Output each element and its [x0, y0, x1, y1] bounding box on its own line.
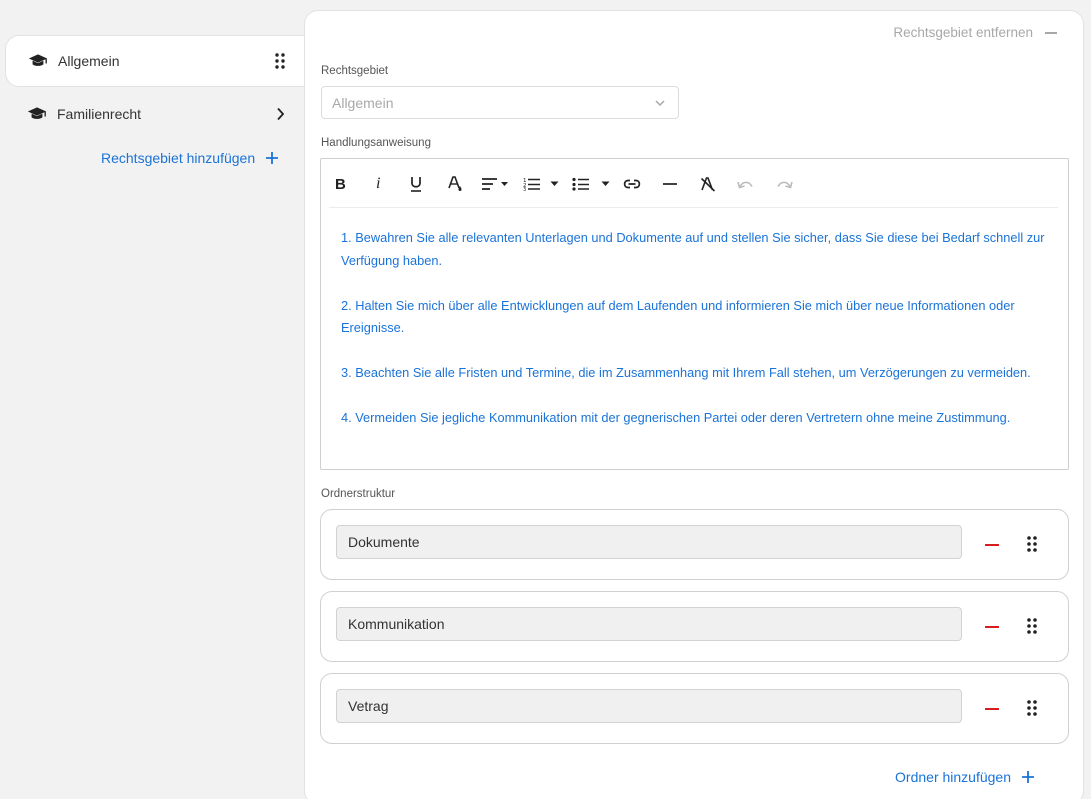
- bold-button[interactable]: B: [335, 173, 346, 195]
- minus-icon: [985, 708, 999, 710]
- minus-icon: [985, 544, 999, 546]
- editor-toolbar: B i 123: [329, 159, 1058, 208]
- folder-row: Vetrag: [320, 673, 1069, 744]
- add-folder-label: Ordner hinzufügen: [895, 769, 1011, 785]
- rechtsgebiet-label: Rechtsgebiet: [321, 65, 389, 77]
- underline-button[interactable]: [409, 173, 423, 195]
- rechtsgebiet-value: Allgemein: [332, 94, 394, 111]
- rich-text-editor[interactable]: B i 123 1. Bewahren Sie alle relevanten …: [320, 158, 1069, 470]
- minus-icon: [1045, 31, 1057, 34]
- instruction-paragraph: 1. Bewahren Sie alle relevanten Unterlag…: [341, 230, 1045, 268]
- chevron-right-icon: [273, 107, 287, 121]
- folder-row: Kommunikation: [320, 591, 1069, 662]
- graduation-cap-icon: [27, 107, 47, 119]
- minus-icon: [985, 626, 999, 628]
- bullet-list-dropdown-icon[interactable]: [601, 173, 610, 195]
- redo-button[interactable]: [775, 173, 793, 195]
- add-rechtsgebiet-label: Rechtsgebiet hinzufügen: [101, 150, 256, 166]
- link-button[interactable]: [623, 173, 641, 195]
- instruction-paragraph: 4. Vermeiden Sie jegliche Kommunikation …: [341, 410, 1011, 425]
- ordered-list-button[interactable]: 123: [523, 173, 541, 195]
- handlungsanweisung-label: Handlungsanweisung: [321, 137, 431, 149]
- drag-handle-icon[interactable]: [273, 53, 287, 69]
- chevron-down-icon: [655, 100, 665, 107]
- plus-icon: [266, 152, 279, 164]
- instruction-paragraph: 3. Beachten Sie alle Fristen und Termine…: [341, 365, 1031, 380]
- remove-rechtsgebiet-button[interactable]: Rechtsgebiet entfernen: [893, 25, 1057, 40]
- italic-button[interactable]: i: [376, 173, 380, 195]
- undo-button[interactable]: [737, 173, 755, 195]
- svg-text:3: 3: [523, 187, 526, 191]
- ordered-list-dropdown-icon[interactable]: [550, 173, 559, 195]
- sidebar: Allgemein Familienrecht Rechtsgebiet hin…: [0, 0, 305, 799]
- instruction-paragraph: 2. Halten Sie mich über alle Entwicklung…: [341, 297, 1015, 336]
- text-color-icon[interactable]: [447, 173, 463, 195]
- remove-rechtsgebiet-label: Rechtsgebiet entfernen: [893, 25, 1033, 40]
- add-folder-button[interactable]: Ordner hinzufügen: [895, 769, 1035, 785]
- folder-name-input[interactable]: Dokumente: [336, 525, 962, 559]
- plus-icon: [1022, 771, 1034, 783]
- ordnerstruktur-label: Ordnerstruktur: [321, 488, 396, 500]
- folder-name-input[interactable]: Vetrag: [336, 689, 962, 723]
- drag-handle-icon[interactable]: [1026, 535, 1038, 553]
- sidebar-item-label: Familienrecht: [57, 106, 142, 122]
- clear-format-button[interactable]: [700, 173, 716, 195]
- horizontal-rule-button[interactable]: [663, 173, 677, 195]
- align-dropdown-button[interactable]: [481, 173, 511, 195]
- folder-name-input[interactable]: Kommunikation: [336, 607, 962, 641]
- sidebar-item-allgemein[interactable]: Allgemein: [5, 35, 305, 87]
- main-panel: Rechtsgebiet entfernen Rechtsgebiet Allg…: [304, 10, 1084, 799]
- folder-row: Dokumente: [320, 509, 1069, 580]
- drag-handle-icon[interactable]: [1026, 699, 1038, 717]
- bullet-list-button[interactable]: [572, 173, 590, 195]
- drag-handle-icon[interactable]: [1026, 617, 1038, 635]
- sidebar-item-label: Allgemein: [58, 53, 120, 69]
- graduation-cap-icon: [28, 54, 48, 66]
- sidebar-item-familienrecht[interactable]: Familienrecht: [5, 88, 305, 140]
- rechtsgebiet-select[interactable]: Allgemein: [321, 86, 679, 119]
- add-rechtsgebiet-button[interactable]: Rechtsgebiet hinzufügen: [101, 150, 279, 166]
- editor-content[interactable]: 1. Bewahren Sie alle relevanten Unterlag…: [341, 227, 1048, 452]
